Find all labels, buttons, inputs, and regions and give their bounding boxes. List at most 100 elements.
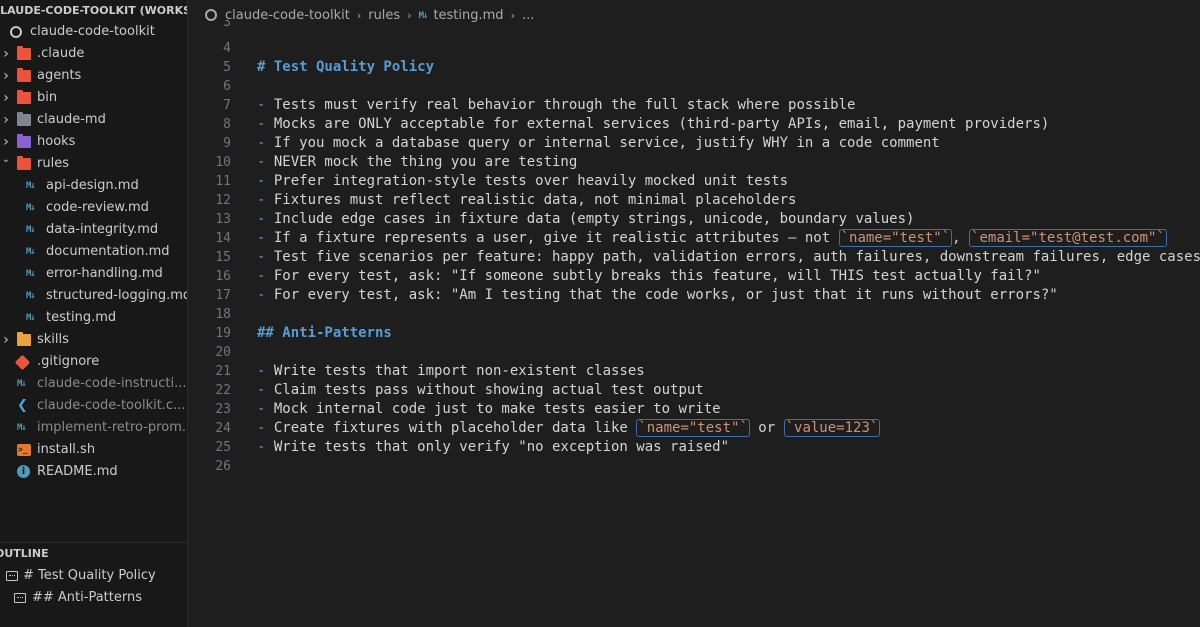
- tree-item[interactable]: M↓ error-handling.md: [0, 263, 187, 285]
- chevron-right-icon: ›: [3, 68, 9, 84]
- tree-item[interactable]: ❮ claude-code-toolkit.c...: [0, 395, 187, 417]
- tree-item-label: README.md: [37, 464, 118, 479]
- tree-item[interactable]: › hooks: [0, 131, 187, 153]
- line-number: 23: [215, 402, 231, 417]
- tree-item[interactable]: › .claude: [0, 43, 187, 65]
- code-line: 25 - Write tests that only verify "no exc…: [189, 438, 1200, 457]
- tree-item[interactable]: M↓ code-review.md: [0, 197, 187, 219]
- tree-item[interactable]: M↓ structured-logging.md: [0, 285, 188, 307]
- line-number: 26: [215, 459, 231, 474]
- line-text: - If a fixture represents a user, give i…: [257, 229, 1167, 248]
- tree-item-label: claude-code-instructi...: [37, 376, 187, 391]
- text-segment: Test five scenarios per feature: happy p…: [273, 249, 1200, 265]
- breadcrumb-repo[interactable]: claude-code-toolkit: [225, 8, 350, 23]
- line-number: 14: [215, 231, 231, 246]
- breadcrumb-file[interactable]: testing.md: [433, 8, 503, 23]
- line-text: # Test Quality Policy: [257, 58, 434, 77]
- tree-item-label: bin: [37, 90, 58, 105]
- list-bullet: -: [257, 116, 274, 132]
- tree-item-label: claude-code-toolkit.c...: [37, 398, 186, 413]
- tree-root[interactable]: claude-code-toolkit: [0, 21, 187, 43]
- folder-icon: [17, 134, 31, 148]
- tree-item[interactable]: › agents: [0, 65, 187, 87]
- text-segment: Tests must verify real behavior through …: [273, 97, 856, 113]
- text-segment: Prefer integration-style tests over heav…: [273, 173, 789, 189]
- text-segment: ,: [952, 230, 970, 246]
- tree-item-label: skills: [37, 332, 69, 347]
- line-number: 15: [215, 250, 231, 265]
- text-segment: For every test, ask: "If someone subtly …: [273, 268, 1041, 284]
- git-icon: [14, 354, 31, 371]
- tree-item[interactable]: ⌄ rules: [0, 153, 187, 175]
- code-line: 9 - If you mock a database query or inter…: [189, 134, 1200, 153]
- line-text: - Test five scenarios per feature: happy…: [257, 248, 1200, 267]
- tree-item[interactable]: .gitignore: [0, 351, 187, 373]
- line-text: - Include edge cases in fixture data (em…: [257, 210, 914, 229]
- breadcrumb: claude-code-toolkit › rules › M↓ testing.md ›.…: [189, 0, 1200, 32]
- chevron-right-icon: ›: [3, 332, 9, 348]
- tree-item[interactable]: M↓ api-design.md: [0, 175, 187, 197]
- line-number: 22: [215, 383, 231, 398]
- code-line: 10 - NEVER mock the thing you are testing: [189, 153, 1200, 172]
- line-text: - Mocks are ONLY acceptable for external…: [257, 115, 1049, 134]
- tree-item[interactable]: › claude-md: [0, 109, 187, 131]
- tree-item[interactable]: M↓ data-integrity.md: [0, 219, 187, 241]
- list-bullet: -: [257, 192, 274, 208]
- text-segment: Fixtures must reflect realistic data, no…: [273, 192, 797, 208]
- list-bullet: -: [257, 287, 274, 303]
- line-number: 24: [215, 421, 231, 436]
- tree-item[interactable]: M↓ documentation.md: [0, 241, 187, 263]
- editor[interactable]: 3 4 5 # Test Quality Policy 6 7 - Tests must …: [189, 20, 1200, 627]
- chevron-right-icon: ›: [3, 112, 9, 128]
- tree-item-label: agents: [37, 68, 82, 83]
- line-number: 5: [223, 60, 231, 75]
- line-number: 6: [223, 79, 231, 94]
- list-bullet: -: [257, 268, 274, 284]
- inline-code: `name="test"`: [636, 419, 750, 437]
- chevron-right-icon: ›: [3, 90, 9, 106]
- explorer-sidebar: CLAUDE-CODE-TOOLKIT (WORKS... claude-cod…: [0, 0, 188, 627]
- list-bullet: -: [257, 439, 274, 455]
- breadcrumb-folder[interactable]: rules: [368, 8, 400, 23]
- terminal-icon: [17, 444, 31, 456]
- folder-icon: [17, 332, 31, 346]
- text-segment: If you mock a database query or internal…: [273, 135, 940, 151]
- breadcrumb-symbol[interactable]: ...: [522, 8, 534, 23]
- tree-item-label: rules: [37, 156, 69, 171]
- list-bullet: -: [257, 173, 274, 189]
- tree-item[interactable]: M↓ testing.md: [0, 307, 187, 329]
- line-number: 9: [223, 136, 231, 151]
- markdown-icon: M↓: [26, 247, 36, 257]
- text-segment: Write tests that only verify "no excepti…: [273, 439, 730, 455]
- folder-icon: [17, 68, 31, 82]
- tree-item-label: implement-retro-prom...: [37, 420, 188, 435]
- line-number: 10: [215, 155, 231, 170]
- tree-item-label: claude-md: [37, 112, 106, 127]
- markdown-icon: M↓: [26, 291, 36, 301]
- line-number: 16: [215, 269, 231, 284]
- line-number: 11: [215, 174, 231, 189]
- tree-item-label: error-handling.md: [46, 266, 163, 281]
- line-number: 12: [215, 193, 231, 208]
- tree-item[interactable]: › bin: [0, 87, 187, 109]
- chevron-right-icon: ›: [3, 134, 9, 150]
- markdown-icon: M↓: [26, 313, 36, 323]
- tree-item[interactable]: M↓ claude-code-instructi...: [0, 373, 187, 395]
- tree-item[interactable]: install.sh: [0, 439, 187, 461]
- tree-item-label: structured-logging.md: [46, 288, 188, 303]
- outline-item-label: # Test Quality Policy: [23, 568, 156, 583]
- markdown-icon: M↓: [26, 181, 36, 191]
- inline-code: `value=123`: [783, 419, 881, 437]
- code-line: 23 - Mock internal code just to make test…: [189, 400, 1200, 419]
- text-segment: For every test, ask: "Am I testing that …: [273, 287, 1058, 303]
- tree-item-label: install.sh: [37, 442, 96, 457]
- tree-item[interactable]: M↓ implement-retro-prom...: [0, 417, 188, 439]
- tree-item-label: documentation.md: [46, 244, 170, 259]
- line-text: - Fixtures must reflect realistic data, …: [257, 191, 796, 210]
- outline-title: OUTLINE: [0, 547, 49, 560]
- tree-item[interactable]: › skills: [0, 329, 187, 351]
- list-bullet: -: [257, 211, 274, 227]
- line-number: 3: [223, 20, 231, 30]
- line-number: 25: [215, 440, 231, 455]
- tree-item[interactable]: README.md: [0, 461, 187, 483]
